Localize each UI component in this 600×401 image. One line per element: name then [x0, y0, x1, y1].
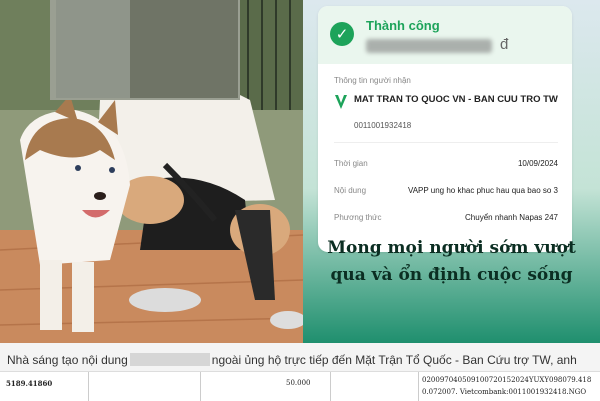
- banner-message: Mong mọi người sớm vượt qua và ổn định c…: [303, 235, 600, 311]
- status-header: ✓ Thành công đ: [318, 6, 572, 64]
- husky-photo-illustration: [0, 0, 303, 343]
- time-value: 10/09/2024: [517, 159, 558, 168]
- redacted-amount: [366, 39, 492, 53]
- receipt-card: ✓ Thành công đ Thông tin người nhận MAT …: [318, 6, 572, 252]
- currency-symbol: đ: [500, 36, 509, 53]
- content-value: VAPP ung ho khac phuc hau qua bao so 3: [407, 186, 558, 195]
- column-divider: [330, 372, 331, 401]
- statement-description-2: 0.072007. Vietcombank:0011001932418.NGO: [422, 388, 587, 396]
- banner-line-1: Mong mọi người sớm vượt: [327, 238, 576, 258]
- recipient-section-label: Thông tin người nhận: [334, 76, 411, 85]
- caption-part-1: Nhà sáng tạo nội dung: [7, 353, 128, 367]
- account-number: 0011001932418: [354, 121, 412, 130]
- bank-transfer-screenshot: ✓ Thành công đ Thông tin người nhận MAT …: [303, 0, 600, 343]
- status-text: Thành công: [366, 18, 440, 33]
- column-divider: [418, 372, 419, 401]
- check-circle-icon: ✓: [330, 22, 354, 46]
- statement-amount: 50.000: [286, 379, 311, 387]
- bank-statement-strip: 5189.41860 50.000 0200970405091007201520…: [0, 371, 600, 401]
- redacted-name: [129, 353, 210, 366]
- caption-part-2: ngoài ủng hộ trực tiếp đến Mặt Trận Tổ Q…: [211, 353, 577, 367]
- statement-cell: 5189.41860: [6, 379, 53, 388]
- dog-photo: [0, 0, 303, 343]
- content-label: Nội dung: [334, 186, 367, 195]
- banner-line-2: qua và ổn định cuộc sống: [330, 265, 573, 285]
- column-divider: [88, 372, 89, 401]
- method-value: Chuyển nhanh Napas 247: [465, 213, 558, 222]
- recipient-name: MAT TRAN TO QUOC VN - BAN CUU TRO TW: [354, 94, 558, 105]
- column-divider: [200, 372, 201, 401]
- vietcombank-logo-icon: [334, 94, 348, 110]
- post-caption: Nhà sáng tạo nội dung ngoài ủng hộ trực t…: [7, 353, 577, 367]
- statement-description-1: 020097040509100720152024YUXY098079.418: [422, 376, 592, 384]
- method-label: Phương thức: [334, 213, 382, 222]
- time-label: Thời gian: [334, 159, 368, 168]
- divider: [334, 142, 558, 143]
